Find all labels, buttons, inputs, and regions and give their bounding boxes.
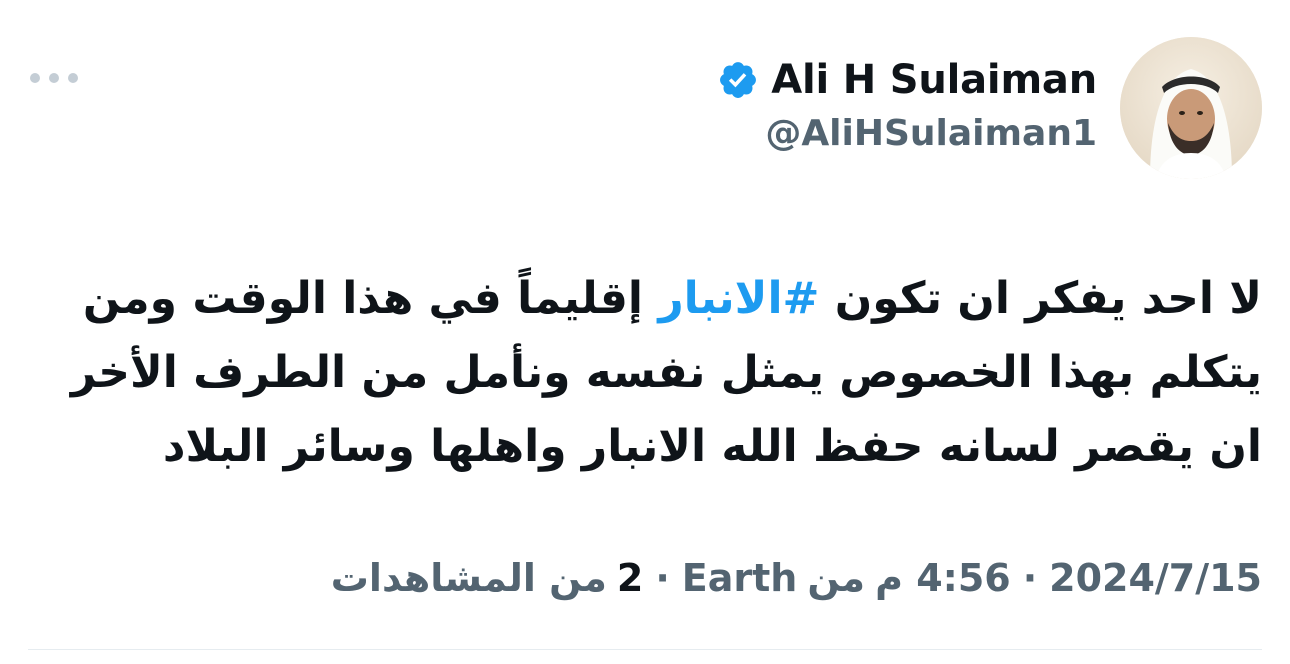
divider (28, 649, 1262, 650)
tweet-text-segment: إقليماً في هذا الوقت ومن (82, 273, 659, 324)
tweet-card: Ali H Sulaiman @AliHSulaiman1 لا احد يفك… (0, 0, 1290, 664)
tweet-time[interactable]: 4:56 م (875, 556, 1011, 600)
tweet-meta: 2024/7/15 · 4:56 م من Earth · 2 من المشا… (331, 556, 1262, 600)
hashtag-link[interactable]: #الانبار (658, 273, 819, 324)
separator: · (655, 556, 670, 600)
location: Earth (681, 556, 798, 600)
from-label: من (807, 556, 866, 600)
user-handle[interactable]: @AliHSulaiman1 (765, 113, 1097, 154)
avatar[interactable] (1120, 37, 1262, 179)
more-options-icon[interactable] (30, 68, 78, 88)
tweet-line-1: لا احد يفكر ان تكون #الانبار إقليماً في … (32, 262, 1262, 336)
user-name-row[interactable]: Ali H Sulaiman (717, 52, 1097, 108)
tweet-text-segment: لا احد يفكر ان تكون (819, 273, 1262, 324)
display-name[interactable]: Ali H Sulaiman (771, 57, 1097, 103)
verified-badge-icon (720, 62, 757, 98)
avatar-image (1120, 37, 1262, 179)
tweet-date[interactable]: 2024/7/15 (1049, 556, 1262, 600)
tweet-line-3: ان يقصر لسانه حفظ الله الانبار واهلها وس… (162, 421, 1262, 472)
tweet-line-2: يتكلم بهذا الخصوص يمثل نفسه ونأمل من الط… (70, 347, 1262, 398)
separator: · (1022, 556, 1038, 600)
dot (68, 73, 78, 83)
views-label: من المشاهدات (330, 556, 607, 600)
dot (49, 73, 59, 83)
views-count[interactable]: 2 (617, 556, 643, 600)
tweet-text: لا احد يفكر ان تكون #الانبار إقليماً في … (32, 262, 1262, 484)
dot (30, 73, 40, 83)
